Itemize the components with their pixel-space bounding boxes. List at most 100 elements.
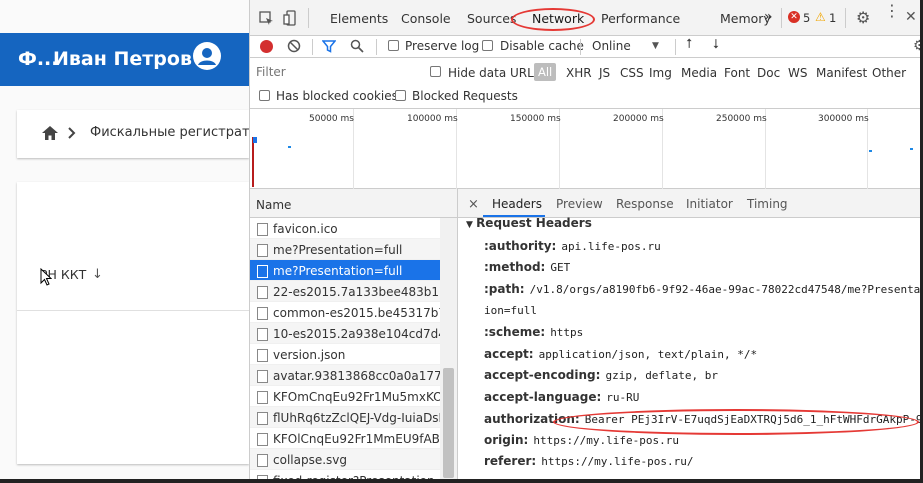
throttling-select[interactable]: Online bbox=[592, 39, 631, 53]
timeline-tick: 250000 ms bbox=[716, 114, 767, 124]
header-key: accept-encoding: bbox=[484, 368, 601, 382]
request-row[interactable]: avatar.93813868cc0a0a1779aa.s bbox=[250, 365, 440, 386]
close-devtools-icon[interactable]: ✕ bbox=[905, 9, 917, 25]
tab-timing[interactable]: Timing bbox=[747, 197, 788, 211]
tab-sources[interactable]: Sources bbox=[467, 11, 516, 26]
filter-manifest[interactable]: Manifest bbox=[816, 66, 867, 80]
request-row[interactable]: common-es2015.be45317b787c bbox=[250, 302, 440, 323]
device-toolbar-icon[interactable] bbox=[283, 10, 297, 26]
error-count[interactable]: 5 bbox=[803, 11, 810, 25]
more-tabs-icon[interactable]: » bbox=[764, 9, 773, 25]
tab-response[interactable]: Response bbox=[616, 197, 674, 211]
tab-performance[interactable]: Performance bbox=[601, 11, 680, 26]
import-har-icon[interactable]: ⭡ bbox=[686, 37, 692, 52]
filter-font[interactable]: Font bbox=[724, 66, 750, 80]
divider bbox=[376, 39, 377, 55]
hide-data-urls-checkbox[interactable] bbox=[430, 66, 441, 77]
header-value: https bbox=[550, 326, 584, 339]
timeline-marker bbox=[252, 137, 254, 187]
filter-input[interactable] bbox=[253, 63, 417, 81]
network-overview-timeline[interactable]: 50000 ms 100000 ms 150000 ms 200000 ms 2… bbox=[250, 109, 920, 189]
tab-initiator[interactable]: Initiator bbox=[686, 197, 733, 211]
timeline-request-bar bbox=[910, 148, 913, 150]
user-name[interactable]: Иван Петров bbox=[53, 48, 192, 70]
filter-other[interactable]: Other bbox=[872, 66, 906, 80]
disable-cache-checkbox[interactable] bbox=[482, 40, 493, 51]
search-icon[interactable] bbox=[350, 39, 364, 53]
home-icon[interactable] bbox=[42, 126, 58, 140]
request-row[interactable]: 22-es2015.7a133bee483b17ed6 bbox=[250, 281, 440, 302]
request-row[interactable]: flUhRq6tzZclQEJ-Vdg-IuiaDsNc. bbox=[250, 407, 440, 428]
dropdown-arrow-icon[interactable]: ▼ bbox=[652, 41, 659, 51]
request-row[interactable]: KFOmCnqEu92Fr1Mu5mxKOzY. bbox=[250, 386, 440, 407]
filter-ws[interactable]: WS bbox=[788, 66, 807, 80]
tab-headers[interactable]: Headers bbox=[492, 197, 542, 211]
header-row: :method: GET bbox=[484, 260, 570, 274]
inspect-element-icon[interactable] bbox=[259, 11, 274, 26]
request-headers-section[interactable]: ▼ Request Headers bbox=[466, 216, 592, 230]
error-icon[interactable]: ✕ bbox=[788, 11, 800, 23]
header-value: /v1.8/orgs/a8190fb6-9f92-46ae-99ac-78022… bbox=[529, 283, 920, 296]
warning-count[interactable]: 1 bbox=[829, 11, 836, 25]
network-toolbar: Preserve log Disable cache Online ▼ ⭡ ⭣ … bbox=[250, 36, 920, 58]
name-column-header[interactable]: Name bbox=[250, 189, 457, 218]
header-key: accept: bbox=[484, 347, 534, 361]
disable-cache-label: Disable cache bbox=[500, 39, 584, 53]
filter-doc[interactable]: Doc bbox=[757, 66, 780, 80]
scrollbar[interactable] bbox=[440, 218, 457, 479]
request-row[interactable]: KFOlCnqEu92Fr1MmEU9fABc4E bbox=[250, 428, 440, 449]
filter-all[interactable]: All bbox=[534, 63, 557, 81]
record-icon[interactable] bbox=[260, 40, 273, 53]
breadcrumb-current[interactable]: Фискальные регистраторы bbox=[90, 125, 249, 140]
file-icon bbox=[257, 412, 268, 425]
close-details-icon[interactable]: × bbox=[468, 197, 479, 212]
request-name: fixed-register?Presentation=f bbox=[273, 474, 440, 479]
scrollbar-thumb[interactable] bbox=[443, 368, 454, 478]
preserve-log-checkbox[interactable] bbox=[388, 40, 399, 51]
request-row[interactable]: fixed-register?Presentation=f bbox=[250, 470, 440, 479]
header-value: application/json, text/plain, */* bbox=[538, 348, 758, 361]
settings-gear-icon[interactable]: ⚙ bbox=[856, 8, 870, 27]
header-row: :path: /v1.8/orgs/a8190fb6-9f92-46ae-99ac… bbox=[484, 282, 920, 296]
request-row[interactable]: favicon.ico bbox=[250, 218, 440, 239]
file-icon bbox=[257, 307, 268, 320]
network-settings-gear-icon[interactable]: ⚙ bbox=[913, 38, 920, 54]
request-name: KFOmCnqEu92Fr1Mu5mxKOzY. bbox=[273, 390, 440, 404]
divider bbox=[312, 39, 313, 55]
sort-arrow-icon[interactable]: ↓ bbox=[92, 267, 103, 282]
export-har-icon[interactable]: ⭣ bbox=[713, 37, 719, 52]
kebab-menu-icon[interactable]: ⋮ bbox=[884, 3, 900, 19]
request-name: common-es2015.be45317b787c bbox=[273, 306, 440, 320]
request-name: 22-es2015.7a133bee483b17ed6 bbox=[273, 285, 440, 299]
tab-elements[interactable]: Elements bbox=[330, 11, 388, 26]
avatar[interactable] bbox=[193, 42, 221, 70]
has-blocked-cookies-checkbox[interactable] bbox=[259, 90, 270, 101]
file-icon bbox=[257, 349, 268, 362]
file-icon bbox=[257, 391, 268, 404]
request-details: × Headers Preview Response Initiator Tim… bbox=[458, 189, 920, 479]
details-tabbar: × Headers Preview Response Initiator Tim… bbox=[458, 189, 920, 218]
hide-data-urls-label: Hide data URLs bbox=[448, 66, 541, 80]
clear-icon[interactable] bbox=[287, 39, 301, 53]
request-row[interactable]: me?Presentation=full bbox=[250, 239, 440, 260]
divider bbox=[308, 8, 309, 28]
warning-icon[interactable]: ⚠ bbox=[815, 10, 826, 24]
filter-img[interactable]: Img bbox=[649, 66, 672, 80]
filter-xhr[interactable]: XHR bbox=[566, 66, 592, 80]
tab-preview[interactable]: Preview bbox=[556, 197, 603, 211]
request-name: 10-es2015.2a938e104cd7d48d4 bbox=[273, 327, 440, 341]
screenshot-frame: Ф... Иван Петров Фискальные регистраторы… bbox=[0, 0, 920, 479]
tab-console[interactable]: Console bbox=[401, 11, 451, 26]
filter-funnel-icon[interactable] bbox=[322, 39, 336, 53]
filter-media[interactable]: Media bbox=[681, 66, 717, 80]
header-row: :scheme: https bbox=[484, 325, 583, 339]
header-key: origin: bbox=[484, 433, 529, 447]
request-row[interactable]: version.json bbox=[250, 344, 440, 365]
request-row[interactable]: 10-es2015.2a938e104cd7d48d4 bbox=[250, 323, 440, 344]
blocked-requests-checkbox[interactable] bbox=[395, 90, 406, 101]
request-row[interactable]: me?Presentation=full bbox=[250, 260, 440, 281]
request-row[interactable]: collapse.svg bbox=[250, 449, 440, 470]
header-key: :authority: bbox=[484, 239, 557, 253]
filter-js[interactable]: JS bbox=[599, 66, 610, 80]
filter-css[interactable]: CSS bbox=[620, 66, 644, 80]
